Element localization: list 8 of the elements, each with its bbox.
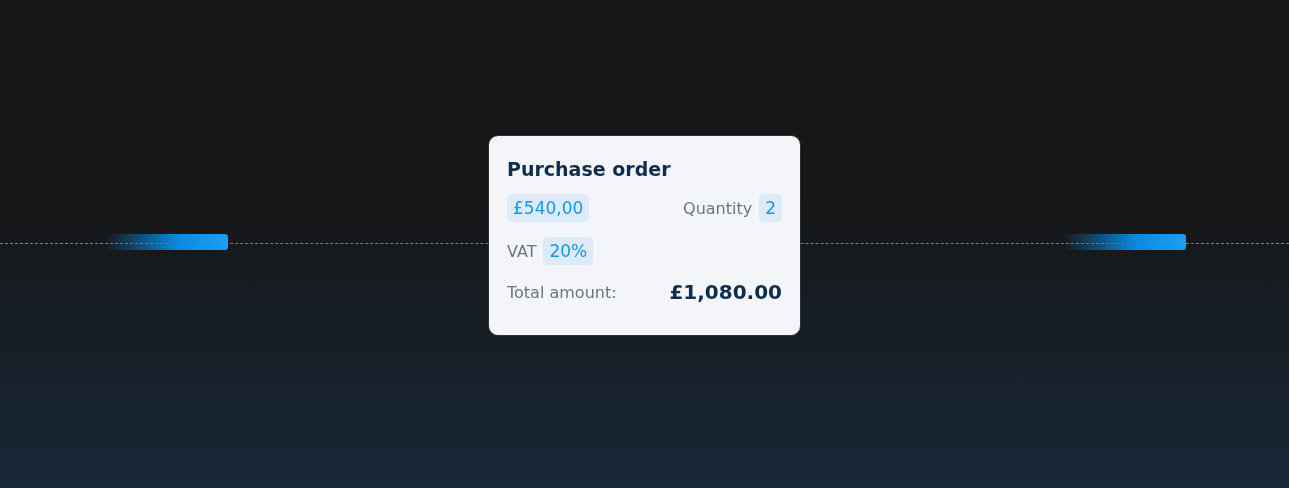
card-title: Purchase order: [507, 158, 672, 180]
quantity-label: Quantity: [683, 198, 753, 218]
vat-label: VAT: [507, 241, 537, 261]
total-amount: £1,080.00: [669, 280, 782, 304]
vat-tag: 20%: [543, 237, 594, 265]
price-tag: £540,00: [507, 194, 590, 222]
quantity-tag: 2: [759, 194, 782, 222]
total-label: Total amount:: [507, 282, 617, 302]
